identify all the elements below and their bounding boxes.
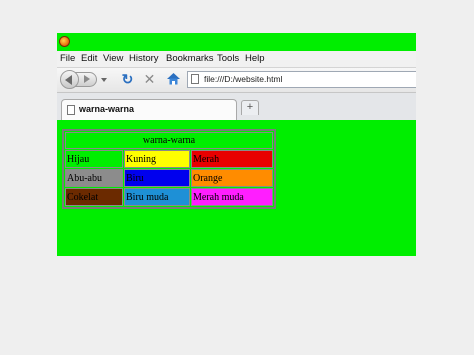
table-row: Cokelat Biru muda Merah muda — [65, 188, 273, 206]
menu-history[interactable]: History — [129, 53, 159, 64]
tab-active[interactable]: warna-warna — [61, 99, 237, 120]
page-icon — [191, 74, 199, 84]
menu-file[interactable]: File — [60, 53, 75, 64]
new-tab-button[interactable]: + — [241, 100, 259, 115]
menu-bookmarks[interactable]: Bookmarks — [166, 53, 214, 64]
color-cell-merah-muda: Merah muda — [191, 188, 273, 206]
tab-strip: warna-warna + — [57, 93, 416, 120]
menu-bar: File Edit View History Bookmarks Tools H… — [57, 51, 416, 68]
menu-edit[interactable]: Edit — [81, 53, 97, 64]
tab-title: warna-warna — [79, 104, 135, 114]
navigation-toolbar: ↻ ✕ file:///D:/website.html — [57, 68, 416, 93]
tab-page-icon — [67, 105, 75, 115]
color-cell-merah: Merah — [191, 150, 273, 168]
history-dropdown-icon[interactable] — [101, 78, 107, 82]
menu-view[interactable]: View — [103, 53, 123, 64]
color-cell-orange: Orange — [191, 169, 273, 187]
home-icon[interactable] — [165, 71, 182, 88]
menu-help[interactable]: Help — [245, 53, 265, 64]
table-row: Abu-abu Biru Orange — [65, 169, 273, 187]
url-bar[interactable]: file:///D:/website.html — [187, 71, 416, 88]
browser-window: File Edit View History Bookmarks Tools H… — [57, 33, 416, 256]
firefox-logo-icon[interactable] — [59, 36, 70, 47]
menu-tools[interactable]: Tools — [217, 53, 239, 64]
color-cell-abu-abu: Abu-abu — [65, 169, 123, 187]
table-caption: warna-warna — [65, 132, 273, 149]
reload-icon[interactable]: ↻ — [119, 71, 136, 88]
title-bar — [57, 33, 416, 51]
page-content: warna-warna Hijau Kuning Merah Abu-abu B… — [57, 120, 416, 256]
color-cell-cokelat: Cokelat — [65, 188, 123, 206]
stop-icon[interactable]: ✕ — [141, 71, 158, 88]
color-table: warna-warna Hijau Kuning Merah Abu-abu B… — [62, 129, 276, 209]
color-cell-biru: Biru — [124, 169, 190, 187]
table-row: Hijau Kuning Merah — [65, 150, 273, 168]
color-cell-kuning: Kuning — [124, 150, 190, 168]
color-cell-biru-muda: Biru muda — [124, 188, 190, 206]
color-cell-hijau: Hijau — [65, 150, 123, 168]
back-button[interactable] — [60, 70, 79, 89]
url-text[interactable]: file:///D:/website.html — [204, 72, 282, 87]
